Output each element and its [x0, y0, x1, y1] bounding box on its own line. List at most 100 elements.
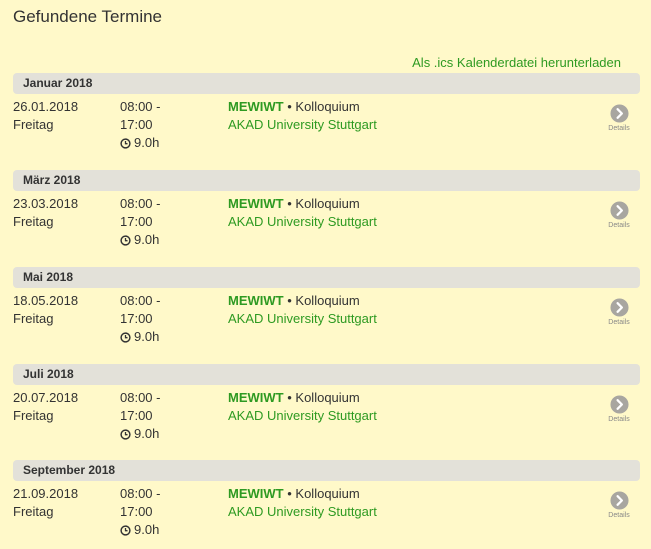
- month-header: Juli 2018: [13, 364, 640, 385]
- clock-icon: [120, 524, 131, 536]
- event-date-cell: 23.03.2018 Freitag: [13, 195, 113, 231]
- event-location-link[interactable]: AKAD University Stuttgart: [228, 407, 568, 425]
- chevron-right-circle-icon: [609, 491, 629, 510]
- event-row: 20.07.2018 Freitag 08:00 - 17:00 9.0h ME…: [13, 385, 640, 457]
- event-time-cell: 08:00 - 17:00 9.0h: [120, 485, 210, 539]
- event-code-link[interactable]: MEWIWT: [228, 99, 284, 114]
- details-label: Details: [608, 319, 630, 326]
- event-weekday: Freitag: [13, 117, 54, 132]
- chevron-right-circle-icon: [609, 201, 629, 220]
- event-code-link[interactable]: MEWIWT: [228, 293, 284, 308]
- event-time-start: 08:00 -: [120, 390, 161, 405]
- clock-icon: [120, 331, 131, 343]
- event-duration-value: 9.0h: [134, 426, 160, 441]
- month-group: Mai 2018 18.05.2018 Freitag 08:00 - 17:0…: [13, 267, 640, 360]
- event-location-link[interactable]: AKAD University Stuttgart: [228, 213, 568, 231]
- month-header: Januar 2018: [13, 73, 640, 94]
- event-date-cell: 26.01.2018 Freitag: [13, 98, 113, 134]
- chevron-right-circle-icon: [609, 395, 629, 414]
- event-duration: 9.0h: [120, 134, 210, 152]
- event-info-cell: MEWIWT • Kolloquium AKAD University Stut…: [228, 292, 568, 328]
- event-info-cell: MEWIWT • Kolloquium AKAD University Stut…: [228, 98, 568, 134]
- chevron-right-circle-icon: [609, 298, 629, 317]
- event-time-start: 08:00 -: [120, 196, 161, 211]
- details-label: Details: [608, 512, 630, 519]
- event-date: 26.01.2018: [13, 99, 79, 114]
- event-code-link[interactable]: MEWIWT: [228, 196, 284, 211]
- event-time-cell: 08:00 - 17:00 9.0h: [120, 292, 210, 346]
- chevron-right-circle-icon: [609, 104, 629, 123]
- event-duration-value: 9.0h: [134, 329, 160, 344]
- month-group: Januar 2018 26.01.2018 Freitag 08:00 - 1…: [13, 73, 640, 166]
- clock-icon: [120, 137, 131, 149]
- event-date: 23.03.2018: [13, 196, 79, 211]
- event-duration-value: 9.0h: [134, 522, 160, 537]
- event-type: Kolloquium: [295, 99, 360, 114]
- event-date-cell: 18.05.2018 Freitag: [13, 292, 113, 328]
- details-button[interactable]: Details: [604, 201, 634, 230]
- month-header: März 2018: [13, 170, 640, 191]
- event-location-link[interactable]: AKAD University Stuttgart: [228, 310, 568, 328]
- month-header: September 2018: [13, 460, 640, 481]
- month-group: Juli 2018 20.07.2018 Freitag 08:00 - 17:…: [13, 364, 640, 457]
- event-weekday: Freitag: [13, 311, 54, 326]
- event-separator: •: [287, 293, 292, 308]
- events-page: Gefundene Termine Als .ics Kalenderdatei…: [0, 0, 651, 549]
- event-duration: 9.0h: [120, 231, 210, 249]
- event-type: Kolloquium: [295, 486, 360, 501]
- event-date: 21.09.2018: [13, 486, 79, 501]
- event-time-start: 08:00 -: [120, 99, 161, 114]
- details-label: Details: [608, 125, 630, 132]
- event-duration-value: 9.0h: [134, 135, 160, 150]
- event-separator: •: [287, 99, 292, 114]
- event-duration-value: 9.0h: [134, 232, 160, 247]
- event-info-cell: MEWIWT • Kolloquium AKAD University Stut…: [228, 389, 568, 425]
- event-row: 26.01.2018 Freitag 08:00 - 17:00 9.0h ME…: [13, 94, 640, 166]
- event-time-cell: 08:00 - 17:00 9.0h: [120, 195, 210, 249]
- event-time-end: 17:00: [120, 214, 153, 229]
- event-time-end: 17:00: [120, 408, 153, 423]
- event-weekday: Freitag: [13, 408, 54, 423]
- event-time-cell: 08:00 - 17:00 9.0h: [120, 98, 210, 152]
- details-button[interactable]: Details: [604, 395, 634, 424]
- details-button[interactable]: Details: [604, 298, 634, 327]
- event-separator: •: [287, 486, 292, 501]
- event-location-link[interactable]: AKAD University Stuttgart: [228, 503, 568, 521]
- event-time-end: 17:00: [120, 117, 153, 132]
- ics-download-link[interactable]: Als .ics Kalenderdatei herunterladen: [412, 55, 621, 70]
- event-row: 21.09.2018 Freitag 08:00 - 17:00 9.0h ME…: [13, 481, 640, 549]
- event-duration: 9.0h: [120, 425, 210, 443]
- event-type: Kolloquium: [295, 390, 360, 405]
- event-time-start: 08:00 -: [120, 293, 161, 308]
- event-date: 18.05.2018: [13, 293, 79, 308]
- event-separator: •: [287, 196, 292, 211]
- event-location-link[interactable]: AKAD University Stuttgart: [228, 116, 568, 134]
- event-info-cell: MEWIWT • Kolloquium AKAD University Stut…: [228, 485, 568, 521]
- details-label: Details: [608, 416, 630, 423]
- clock-icon: [120, 234, 131, 246]
- month-header: Mai 2018: [13, 267, 640, 288]
- event-date-cell: 20.07.2018 Freitag: [13, 389, 113, 425]
- month-group: September 2018 21.09.2018 Freitag 08:00 …: [13, 460, 640, 549]
- event-time-cell: 08:00 - 17:00 9.0h: [120, 389, 210, 443]
- event-type: Kolloquium: [295, 196, 360, 211]
- event-date: 20.07.2018: [13, 390, 79, 405]
- event-weekday: Freitag: [13, 214, 54, 229]
- event-row: 18.05.2018 Freitag 08:00 - 17:00 9.0h ME…: [13, 288, 640, 360]
- event-code-link[interactable]: MEWIWT: [228, 390, 284, 405]
- page-title: Gefundene Termine: [13, 7, 163, 26]
- event-info-cell: MEWIWT • Kolloquium AKAD University Stut…: [228, 195, 568, 231]
- details-button[interactable]: Details: [604, 104, 634, 133]
- details-button[interactable]: Details: [604, 491, 634, 520]
- event-time-start: 08:00 -: [120, 486, 161, 501]
- event-duration: 9.0h: [120, 521, 210, 539]
- event-time-end: 17:00: [120, 311, 153, 326]
- event-duration: 9.0h: [120, 328, 210, 346]
- event-code-link[interactable]: MEWIWT: [228, 486, 284, 501]
- event-type: Kolloquium: [295, 293, 360, 308]
- event-date-cell: 21.09.2018 Freitag: [13, 485, 113, 521]
- month-group: März 2018 23.03.2018 Freitag 08:00 - 17:…: [13, 170, 640, 263]
- event-separator: •: [287, 390, 292, 405]
- event-time-end: 17:00: [120, 504, 153, 519]
- clock-icon: [120, 428, 131, 440]
